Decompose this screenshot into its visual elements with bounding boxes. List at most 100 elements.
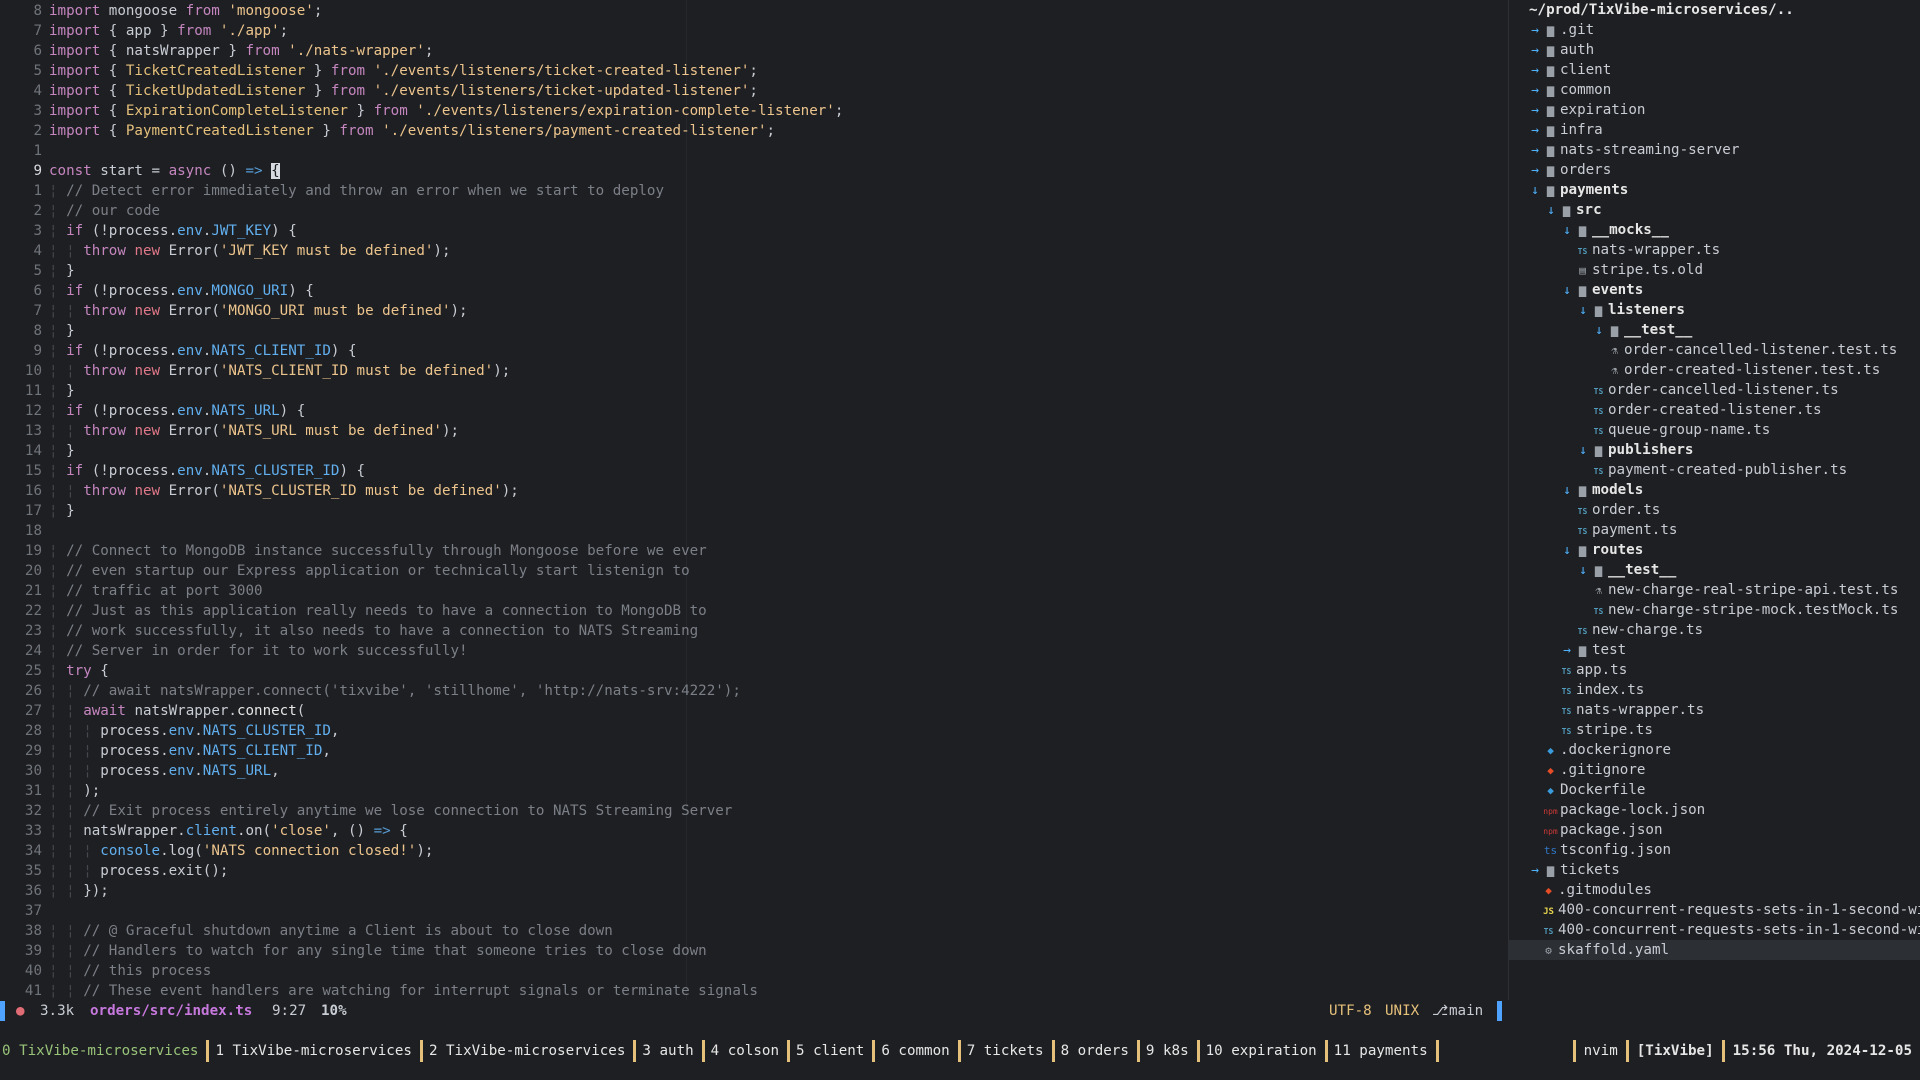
tree-file[interactable]: TS order-created-listener.ts [1509, 400, 1920, 420]
code-line[interactable]: 30 ¦ ¦ ¦ process.env.NATS_URL, [0, 761, 1507, 781]
expanded-arrow-icon[interactable]: ↓ [1543, 201, 1559, 221]
tree-file[interactable]: TS index.ts [1509, 680, 1920, 700]
file-tree[interactable]: → ▆ .git → ▆ auth → ▆ client → ▆ common → ▆ expiration… [1509, 20, 1920, 960]
tree-file[interactable]: ◆ .dockerignore [1509, 740, 1920, 760]
code-line[interactable]: 8 ¦ } [0, 321, 1507, 341]
tree-file[interactable]: ts tsconfig.json [1509, 840, 1920, 860]
collapsed-arrow-icon[interactable]: → [1527, 121, 1543, 141]
code-line[interactable]: 12 ¦ if (!process.env.NATS_URL) { [0, 401, 1507, 421]
code-line[interactable]: 11 ¦ } [0, 381, 1507, 401]
code-line[interactable]: 3 ¦ if (!process.env.JWT_KEY) { [0, 221, 1507, 241]
code-line[interactable]: 41 ¦ ¦ // These event handlers are watchi… [0, 981, 1507, 1000]
tree-file[interactable]: JS 400-concurrent-requests-sets-in-1-seco… [1509, 900, 1920, 920]
tree-folder[interactable]: ↓ ▆ __test__ [1509, 320, 1920, 340]
tree-folder[interactable]: → ▆ orders [1509, 160, 1920, 180]
file-explorer[interactable]: ~/prod/TixVibe-microservices/.. → ▆ .git → ▆… [1508, 0, 1920, 1000]
editor-pane[interactable]: 8 import mongoose from 'mongoose'; 7 import… [0, 0, 1507, 1000]
expanded-arrow-icon[interactable]: ↓ [1575, 301, 1591, 321]
tree-file[interactable]: TS order.ts [1509, 500, 1920, 520]
code-line[interactable]: 5 ¦ } [0, 261, 1507, 281]
tree-file[interactable]: npm package.json [1509, 820, 1920, 840]
code-line[interactable]: 1 ¦ // Detect error immediately and throw… [0, 181, 1507, 201]
tmux-window-tab[interactable]: 2 TixVibe-microservices [427, 1040, 637, 1062]
code-line[interactable]: 40 ¦ ¦ // this process [0, 961, 1507, 981]
code-line[interactable]: 16 ¦ ¦ throw new Error('NATS_CLUSTER_ID m… [0, 481, 1507, 501]
code-line[interactable]: 3 import { ExpirationCompleteListener } f… [0, 101, 1507, 121]
code-line[interactable]: 35 ¦ ¦ ¦ process.exit(); [0, 861, 1507, 881]
code-line[interactable]: 34 ¦ ¦ ¦ console.log('NATS connection clo… [0, 841, 1507, 861]
expanded-arrow-icon[interactable]: ↓ [1559, 481, 1575, 501]
tree-file[interactable]: ◆ Dockerfile [1509, 780, 1920, 800]
collapsed-arrow-icon[interactable]: → [1527, 41, 1543, 61]
tree-folder[interactable]: ↓ ▆ src [1509, 200, 1920, 220]
tree-file[interactable]: TS payment-created-publisher.ts [1509, 460, 1920, 480]
tree-folder[interactable]: ↓ ▆ publishers [1509, 440, 1920, 460]
code-line[interactable]: 37 [0, 901, 1507, 921]
code-line[interactable]: 13 ¦ ¦ throw new Error('NATS_URL must be … [0, 421, 1507, 441]
code-line[interactable]: 9 const start = async () => { [0, 161, 1507, 181]
tree-file[interactable]: ◆ .gitmodules [1509, 880, 1920, 900]
code-line[interactable]: 1 [0, 141, 1507, 161]
tmux-window-tab[interactable]: 7 tickets [965, 1040, 1055, 1062]
tree-file[interactable]: ▤ stripe.ts.old [1509, 260, 1920, 280]
tmux-window-tab[interactable]: 11 payments [1332, 1040, 1439, 1062]
tree-file[interactable]: ⚗ order-created-listener.test.ts [1509, 360, 1920, 380]
tree-file[interactable]: TS payment.ts [1509, 520, 1920, 540]
tree-folder[interactable]: ↓ ▆ __mocks__ [1509, 220, 1920, 240]
collapsed-arrow-icon[interactable]: → [1527, 141, 1543, 161]
code-line[interactable]: 29 ¦ ¦ ¦ process.env.NATS_CLIENT_ID, [0, 741, 1507, 761]
tree-folder[interactable]: → ▆ auth [1509, 40, 1920, 60]
tree-folder[interactable]: ↓ ▆ payments [1509, 180, 1920, 200]
collapsed-arrow-icon[interactable]: → [1527, 861, 1543, 881]
tmux-window-tab[interactable]: 6 common [879, 1040, 961, 1062]
tmux-window-tab[interactable]: 9 k8s [1144, 1040, 1200, 1062]
tree-file[interactable]: TS app.ts [1509, 660, 1920, 680]
code-line[interactable]: 36 ¦ ¦ }); [0, 881, 1507, 901]
code-line[interactable]: 25 ¦ try { [0, 661, 1507, 681]
code-line[interactable]: 2 import { PaymentCreatedListener } from … [0, 121, 1507, 141]
tree-folder[interactable]: ↓ ▆ models [1509, 480, 1920, 500]
code-line[interactable]: 10 ¦ ¦ throw new Error('NATS_CLIENT_ID mu… [0, 361, 1507, 381]
code-line[interactable]: 6 import { natsWrapper } from './nats-wra… [0, 41, 1507, 61]
tree-file[interactable]: TS nats-wrapper.ts [1509, 240, 1920, 260]
tree-folder[interactable]: → ▆ nats-streaming-server [1509, 140, 1920, 160]
code-line[interactable]: 8 import mongoose from 'mongoose'; [0, 1, 1507, 21]
tree-file[interactable]: TS stripe.ts [1509, 720, 1920, 740]
collapsed-arrow-icon[interactable]: → [1527, 81, 1543, 101]
code-line[interactable]: 18 [0, 521, 1507, 541]
code-line[interactable]: 23 ¦ // work successfully, it also needs … [0, 621, 1507, 641]
code-line[interactable]: 4 ¦ ¦ throw new Error('JWT_KEY must be de… [0, 241, 1507, 261]
collapsed-arrow-icon[interactable]: → [1559, 641, 1575, 661]
code-line[interactable]: 32 ¦ ¦ // Exit process entirely anytime w… [0, 801, 1507, 821]
tree-folder[interactable]: → ▆ client [1509, 60, 1920, 80]
code-line[interactable]: 33 ¦ ¦ natsWrapper.client.on('close', () … [0, 821, 1507, 841]
code-line[interactable]: 39 ¦ ¦ // Handlers to watch for any singl… [0, 941, 1507, 961]
tree-file[interactable]: TS queue-group-name.ts [1509, 420, 1920, 440]
code-line[interactable]: 26 ¦ ¦ // await natsWrapper.connect('tixv… [0, 681, 1507, 701]
code-line[interactable]: 9 ¦ if (!process.env.NATS_CLIENT_ID) { [0, 341, 1507, 361]
code-area[interactable]: 8 import mongoose from 'mongoose'; 7 import… [0, 1, 1507, 1000]
expanded-arrow-icon[interactable]: ↓ [1559, 281, 1575, 301]
tmux-window-tab[interactable]: 1 TixVibe-microservices [213, 1040, 423, 1062]
code-line[interactable]: 24 ¦ // Server in order for it to work su… [0, 641, 1507, 661]
code-line[interactable]: 38 ¦ ¦ // @ Graceful shutdown anytime a C… [0, 921, 1507, 941]
tree-file[interactable]: TS new-charge-stripe-mock.testMock.ts [1509, 600, 1920, 620]
tree-file[interactable]: TS nats-wrapper.ts [1509, 700, 1920, 720]
tmux-window-tab[interactable]: 10 expiration [1204, 1040, 1328, 1062]
tree-file[interactable]: npm package-lock.json [1509, 800, 1920, 820]
expanded-arrow-icon[interactable]: ↓ [1575, 441, 1591, 461]
code-line[interactable]: 31 ¦ ¦ ); [0, 781, 1507, 801]
tree-folder[interactable]: ↓ ▆ __test__ [1509, 560, 1920, 580]
tree-file[interactable]: ⚗ new-charge-real-stripe-api.test.ts [1509, 580, 1920, 600]
code-line[interactable]: 17 ¦ } [0, 501, 1507, 521]
collapsed-arrow-icon[interactable]: → [1527, 61, 1543, 81]
code-line[interactable]: 28 ¦ ¦ ¦ process.env.NATS_CLUSTER_ID, [0, 721, 1507, 741]
tmux-window-tab[interactable]: 5 client [794, 1040, 876, 1062]
tree-folder[interactable]: ↓ ▆ listeners [1509, 300, 1920, 320]
collapsed-arrow-icon[interactable]: → [1527, 21, 1543, 41]
code-line[interactable]: 2 ¦ // our code [0, 201, 1507, 221]
tree-file[interactable]: TS new-charge.ts [1509, 620, 1920, 640]
expanded-arrow-icon[interactable]: ↓ [1527, 181, 1543, 201]
tmux-window-list[interactable]: 0 TixVibe-microservices 1 TixVibe-microse… [0, 1040, 1443, 1062]
tree-file[interactable]: TS 400-concurrent-requests-sets-in-1-seco… [1509, 920, 1920, 940]
